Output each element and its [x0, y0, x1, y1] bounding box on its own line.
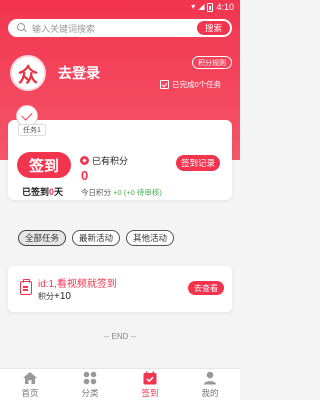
completed-tasks-text: 已完成0个任务 [172, 80, 222, 89]
bottom-nav: 首页 分类 签到 我的 [0, 368, 240, 400]
points-title: 已有积分 [92, 156, 129, 166]
nav-item-category[interactable]: 分类 [60, 369, 120, 400]
signed-days-prefix: 已签到 [22, 187, 50, 197]
search-icon [17, 23, 27, 33]
points-heading: 已有积分 [80, 154, 128, 167]
nav-label-home: 首页 [21, 387, 39, 398]
task-title: id:1,看视频就签到 [38, 279, 117, 290]
calendar-check-icon [160, 80, 169, 89]
task-tabs: 全部任务 最新活动 其他活动 [18, 230, 175, 246]
search-bar[interactable]: 输入关键词搜索 搜索 [8, 19, 232, 37]
tab-all-tasks[interactable]: 全部任务 [18, 230, 67, 246]
search-button[interactable]: 搜索 [196, 21, 230, 35]
home-icon [22, 371, 38, 385]
category-icon [82, 371, 98, 385]
avatar-logo: 众 [18, 64, 38, 87]
list-end-marker: -- END -- [104, 332, 136, 341]
nav-item-mine[interactable]: 我的 [180, 369, 240, 400]
points-coin-icon [80, 156, 89, 165]
status-time: 4:10 [216, 2, 234, 12]
tab-other-activities[interactable]: 其他活动 [126, 230, 175, 246]
today-points: 今日积分 +0 (+0 待审核) [81, 187, 162, 198]
search-input[interactable]: 输入关键词搜索 [32, 22, 197, 35]
task-item[interactable]: id:1,看视频就签到 积分+10 去查看 [8, 266, 232, 312]
login-link[interactable]: 去登录 [58, 63, 100, 83]
task-tag: 任务1 [18, 124, 46, 136]
points-rules-button[interactable]: 积分规则 [192, 56, 232, 69]
task-points-value: +10 [54, 291, 71, 302]
clipboard-icon [20, 279, 32, 295]
points-value: 0 [81, 168, 89, 183]
calendar-check-icon [142, 371, 158, 385]
nav-item-home[interactable]: 首页 [0, 369, 60, 400]
location-icon: ▾ [191, 2, 196, 11]
status-bar: ▾ ◢ 4:10 [0, 0, 240, 14]
nav-label-mine: 我的 [201, 387, 219, 398]
today-points-label: 今日积分 [81, 188, 111, 197]
signal-icon: ◢ [198, 2, 205, 11]
avatar[interactable]: 众 [10, 55, 46, 91]
tab-latest-activities[interactable]: 最新活动 [72, 230, 121, 246]
task-points-label: 积分 [38, 292, 54, 301]
pending-points: (+0 待审核) [123, 188, 162, 197]
user-icon [202, 371, 218, 385]
sign-in-button[interactable]: 签到 [17, 152, 71, 178]
nav-label-category: 分类 [81, 387, 99, 398]
signed-days: 已签到0天 [22, 185, 63, 198]
today-points-value: +0 [113, 188, 122, 197]
sign-record-button[interactable]: 签到记录 [176, 155, 221, 171]
completed-tasks: 已完成0个任务 [160, 79, 221, 90]
signed-days-suffix: 天 [54, 187, 64, 197]
battery-icon [207, 2, 214, 12]
view-task-button[interactable]: 去查看 [188, 281, 224, 295]
task-points: 积分+10 [38, 291, 71, 302]
nav-label-sign-in: 签到 [141, 387, 159, 398]
nav-item-sign-in[interactable]: 签到 [120, 369, 180, 400]
